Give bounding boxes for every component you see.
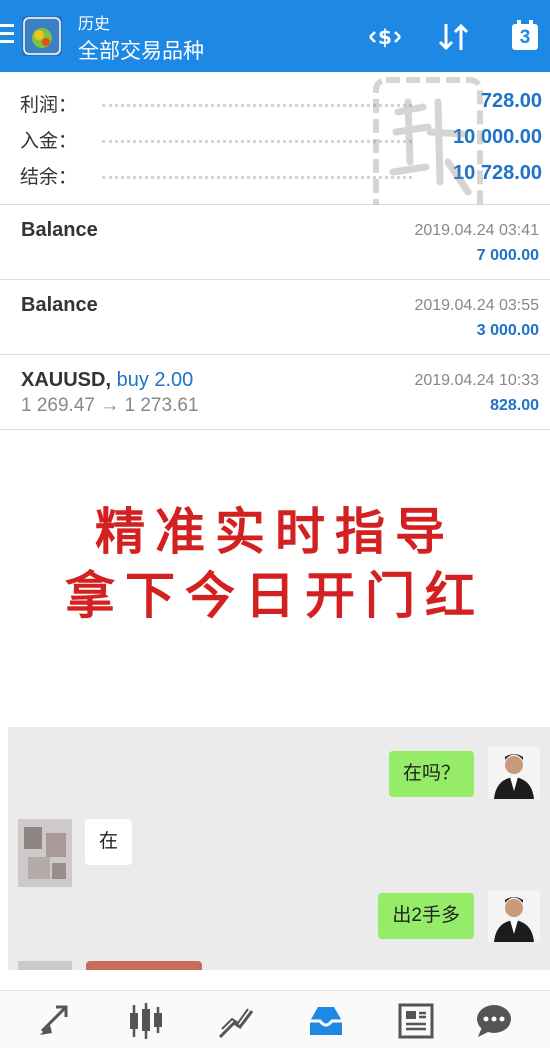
calendar-day: 3 xyxy=(519,27,531,48)
deal-symbol: XAUUSD, xyxy=(21,369,112,391)
bottom-nav xyxy=(0,990,550,1048)
sort-icon[interactable] xyxy=(436,20,472,54)
dots-divider xyxy=(102,128,412,143)
deposit-label: 入金： xyxy=(20,131,78,152)
deal-title: XAUUSD, buy 2.00 xyxy=(21,369,193,392)
chat-bubble: 在吗？ xyxy=(388,751,474,797)
chat-panel: 在吗？ 在 出2手多 xyxy=(8,727,550,970)
deal-type: buy 2.00 xyxy=(116,369,194,391)
trade-icon[interactable] xyxy=(216,1001,256,1041)
balance-label: 结余： xyxy=(20,167,78,188)
svg-text:$: $ xyxy=(378,25,392,49)
deal-title: Balance xyxy=(21,294,98,316)
avatar xyxy=(18,961,72,970)
avatar xyxy=(488,747,540,799)
chat-bubble xyxy=(86,961,202,970)
promo-text: 精准实时指导 拿下今日开门红 xyxy=(0,500,550,628)
dots-divider xyxy=(102,164,412,179)
profit-value: 728.00 xyxy=(480,90,542,112)
deal-profit: 7 000.00 xyxy=(476,247,539,264)
app-header: 历史 全部交易品种 $ 3 xyxy=(0,0,550,72)
chat-bubble: 出2手多 xyxy=(378,893,474,939)
chat-bubble: 在 xyxy=(85,819,133,865)
app-logo xyxy=(22,16,62,56)
deal-row[interactable]: XAUUSD, buy 2.00 1 269.47 → 1 273.61 201… xyxy=(0,355,550,430)
avatar xyxy=(488,890,540,942)
quotes-icon[interactable] xyxy=(36,1001,76,1041)
deal-profit: 3 000.00 xyxy=(476,322,539,339)
deal-time: 2019.04.24 10:33 xyxy=(414,372,539,389)
promo-line-1: 精准实时指导 xyxy=(95,502,455,561)
dots-divider xyxy=(102,92,412,107)
avatar xyxy=(18,819,72,887)
history-icon[interactable] xyxy=(306,1001,346,1041)
deal-prices: 1 269.47 → 1 273.61 xyxy=(21,395,199,416)
chart-icon[interactable] xyxy=(126,1001,166,1041)
deal-row[interactable]: Balance 2019.04.24 03:55 3 000.00 xyxy=(0,280,550,355)
news-icon[interactable] xyxy=(396,1001,436,1041)
chat-icon[interactable] xyxy=(474,1001,514,1041)
calendar-icon[interactable]: 3 xyxy=(509,18,541,52)
profit-label: 利润： xyxy=(20,95,78,116)
header-subtitle: 历史 xyxy=(78,16,111,33)
menu-icon[interactable] xyxy=(0,24,16,48)
currency-icon[interactable]: $ xyxy=(364,20,406,54)
deal-profit: 828.00 xyxy=(490,397,539,414)
deal-time: 2019.04.24 03:41 xyxy=(414,222,539,239)
symbol-selector[interactable]: 全部交易品种 xyxy=(78,35,204,65)
deal-row[interactable]: Balance 2019.04.24 03:41 7 000.00 xyxy=(0,205,550,280)
promo-line-2: 拿下今日开门红 xyxy=(65,566,485,625)
watermark-seal xyxy=(368,72,488,222)
deal-title: Balance xyxy=(21,219,98,241)
deal-time: 2019.04.24 03:55 xyxy=(414,297,539,314)
